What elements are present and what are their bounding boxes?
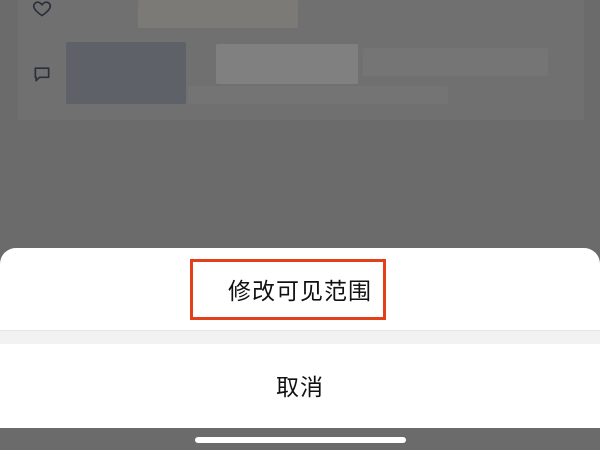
edit-visibility-option[interactable]: 修改可见范围 xyxy=(0,248,600,330)
comment-icon[interactable] xyxy=(30,62,54,86)
blurred-image xyxy=(138,0,298,28)
cancel-label: 取消 xyxy=(276,375,324,401)
blurred-text xyxy=(363,48,548,76)
heart-icon[interactable] xyxy=(30,0,54,20)
action-sheet: 修改可见范围 取消 xyxy=(0,248,600,450)
section-gap xyxy=(0,331,600,344)
edit-visibility-label: 修改可见范围 xyxy=(228,279,372,305)
background-feed-card xyxy=(18,0,584,120)
blurred-text xyxy=(188,86,448,104)
blurred-thumbnail xyxy=(66,42,186,104)
cancel-button[interactable]: 取消 xyxy=(0,344,600,426)
home-indicator[interactable] xyxy=(195,437,406,443)
blurred-text xyxy=(216,44,358,84)
